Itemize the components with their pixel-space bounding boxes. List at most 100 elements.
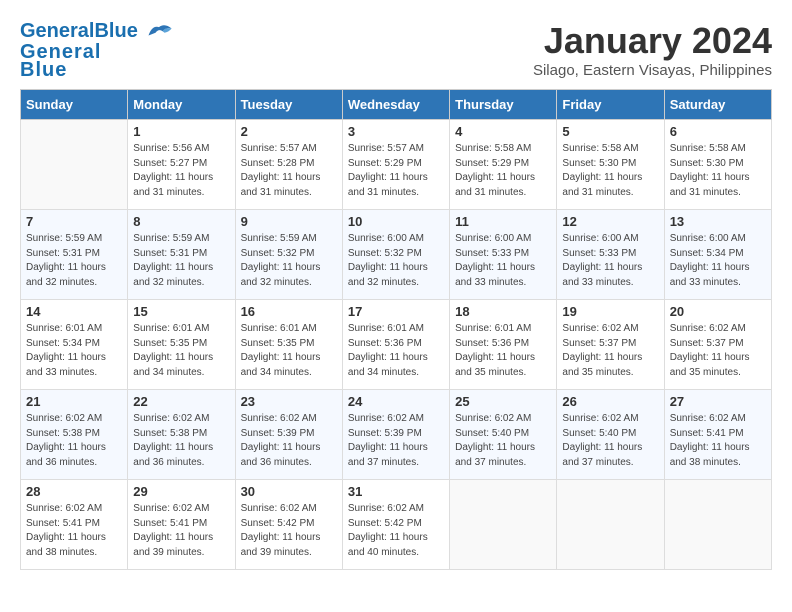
- calendar-cell: 1 Sunrise: 5:56 AM Sunset: 5:27 PM Daylig…: [128, 120, 235, 210]
- calendar-cell: 30Sunrise: 6:02 AM Sunset: 5:42 PM Dayli…: [235, 480, 342, 570]
- calendar-cell: 27 Sunrise: 6:02 AM Sunset: 5:41 PM Dayli…: [664, 390, 771, 480]
- day-info: Sunrise: 6:02 AM Sunset: 5:38 PM Dayligh…: [26, 412, 122, 470]
- day-number: 19: [562, 304, 658, 319]
- day-info: Sunrise: 6:02 AM Sunset: 5:38 PM Dayligh…: [133, 412, 229, 470]
- day-number: 12: [562, 214, 658, 229]
- day-info: Sunrise: 5:59 AM Sunset: 5:31 PM Dayligh…: [133, 232, 229, 290]
- day-number: 4: [455, 124, 551, 139]
- calendar-cell: 28 Sunrise: 6:02 AM Sunset: 5:41 PM Dayli…: [21, 480, 128, 570]
- logo-blue: Blue: [94, 20, 137, 42]
- calendar-cell: 16Sunrise: 6:01 AM Sunset: 5:35 PM Dayli…: [235, 300, 342, 390]
- calendar-cell: 22 Sunrise: 6:02 AM Sunset: 5:38 PM Dayli…: [128, 390, 235, 480]
- calendar-cell: [557, 480, 664, 570]
- col-sunday: Sunday: [21, 90, 128, 120]
- day-number: 26: [562, 394, 658, 409]
- col-friday: Friday: [557, 90, 664, 120]
- day-info: Sunrise: 6:01 AM Sunset: 5:35 PM Dayligh…: [241, 322, 337, 380]
- day-info: Sunrise: 5:57 AM Sunset: 5:28 PM Dayligh…: [241, 142, 337, 200]
- calendar-week-row: 1 Sunrise: 5:56 AM Sunset: 5:27 PM Daylig…: [21, 120, 772, 210]
- col-wednesday: Wednesday: [342, 90, 449, 120]
- calendar-cell: 25 Sunrise: 6:02 AM Sunset: 5:40 PM Dayli…: [450, 390, 557, 480]
- logo-bird-icon: [145, 21, 173, 43]
- day-number: 10: [348, 214, 444, 229]
- day-number: 20: [670, 304, 766, 319]
- day-info: Sunrise: 6:02 AM Sunset: 5:42 PM Dayligh…: [348, 502, 444, 560]
- calendar-cell: 11 Sunrise: 6:00 AM Sunset: 5:33 PM Dayli…: [450, 210, 557, 300]
- calendar-cell: 12 Sunrise: 6:00 AM Sunset: 5:33 PM Dayli…: [557, 210, 664, 300]
- day-number: 6: [670, 124, 766, 139]
- day-info: Sunrise: 6:01 AM Sunset: 5:35 PM Dayligh…: [133, 322, 229, 380]
- calendar-cell: 21 Sunrise: 6:02 AM Sunset: 5:38 PM Dayli…: [21, 390, 128, 480]
- calendar-cell: 26 Sunrise: 6:02 AM Sunset: 5:40 PM Dayli…: [557, 390, 664, 480]
- calendar-week-row: 21 Sunrise: 6:02 AM Sunset: 5:38 PM Dayli…: [21, 390, 772, 480]
- day-info: Sunrise: 6:02 AM Sunset: 5:41 PM Dayligh…: [133, 502, 229, 560]
- calendar-cell: 3 Sunrise: 5:57 AM Sunset: 5:29 PM Daylig…: [342, 120, 449, 210]
- day-info: Sunrise: 6:02 AM Sunset: 5:37 PM Dayligh…: [670, 322, 766, 380]
- day-info: Sunrise: 6:02 AM Sunset: 5:39 PM Dayligh…: [241, 412, 337, 470]
- day-info: Sunrise: 6:02 AM Sunset: 5:40 PM Dayligh…: [455, 412, 551, 470]
- day-number: 14: [26, 304, 122, 319]
- day-info: Sunrise: 5:58 AM Sunset: 5:29 PM Dayligh…: [455, 142, 551, 200]
- page-header: GeneralBlue GeneralBlue January 2024 Sil…: [20, 20, 772, 79]
- calendar-cell: 13 Sunrise: 6:00 AM Sunset: 5:34 PM Dayli…: [664, 210, 771, 300]
- title-section: January 2024 Silago, Eastern Visayas, Ph…: [533, 20, 772, 79]
- calendar-header-row: Sunday Monday Tuesday Wednesday Thursday…: [21, 90, 772, 120]
- calendar-cell: 15 Sunrise: 6:01 AM Sunset: 5:35 PM Dayli…: [128, 300, 235, 390]
- day-number: 1: [133, 124, 229, 139]
- calendar-cell: [450, 480, 557, 570]
- day-number: 11: [455, 214, 551, 229]
- day-number: 13: [670, 214, 766, 229]
- day-number: 9: [241, 214, 337, 229]
- day-info: Sunrise: 6:01 AM Sunset: 5:36 PM Dayligh…: [348, 322, 444, 380]
- day-number: 3: [348, 124, 444, 139]
- day-info: Sunrise: 6:02 AM Sunset: 5:41 PM Dayligh…: [26, 502, 122, 560]
- day-number: 15: [133, 304, 229, 319]
- calendar-cell: 8 Sunrise: 5:59 AM Sunset: 5:31 PM Daylig…: [128, 210, 235, 300]
- day-info: Sunrise: 5:59 AM Sunset: 5:32 PM Dayligh…: [241, 232, 337, 290]
- day-info: Sunrise: 6:00 AM Sunset: 5:34 PM Dayligh…: [670, 232, 766, 290]
- day-number: 8: [133, 214, 229, 229]
- day-info: Sunrise: 6:00 AM Sunset: 5:32 PM Dayligh…: [348, 232, 444, 290]
- day-info: Sunrise: 5:57 AM Sunset: 5:29 PM Dayligh…: [348, 142, 444, 200]
- day-number: 23: [241, 394, 337, 409]
- col-tuesday: Tuesday: [235, 90, 342, 120]
- col-thursday: Thursday: [450, 90, 557, 120]
- day-number: 25: [455, 394, 551, 409]
- day-number: 2: [241, 124, 337, 139]
- calendar-cell: 4 Sunrise: 5:58 AM Sunset: 5:29 PM Daylig…: [450, 120, 557, 210]
- day-info: Sunrise: 5:58 AM Sunset: 5:30 PM Dayligh…: [670, 142, 766, 200]
- day-number: 31: [348, 484, 444, 499]
- day-number: 22: [133, 394, 229, 409]
- day-info: Sunrise: 6:01 AM Sunset: 5:34 PM Dayligh…: [26, 322, 122, 380]
- calendar-cell: 20 Sunrise: 6:02 AM Sunset: 5:37 PM Dayli…: [664, 300, 771, 390]
- day-number: 28: [26, 484, 122, 499]
- logo-text: GeneralBlue: [20, 43, 173, 79]
- day-info: Sunrise: 6:02 AM Sunset: 5:40 PM Dayligh…: [562, 412, 658, 470]
- day-info: Sunrise: 6:02 AM Sunset: 5:39 PM Dayligh…: [348, 412, 444, 470]
- day-info: Sunrise: 6:02 AM Sunset: 5:42 PM Dayligh…: [241, 502, 337, 560]
- calendar-week-row: 14 Sunrise: 6:01 AM Sunset: 5:34 PM Dayli…: [21, 300, 772, 390]
- col-monday: Monday: [128, 90, 235, 120]
- calendar-week-row: 7Sunrise: 5:59 AM Sunset: 5:31 PM Daylig…: [21, 210, 772, 300]
- day-info: Sunrise: 6:01 AM Sunset: 5:36 PM Dayligh…: [455, 322, 551, 380]
- calendar-cell: 31 Sunrise: 6:02 AM Sunset: 5:42 PM Dayli…: [342, 480, 449, 570]
- day-number: 27: [670, 394, 766, 409]
- month-title: January 2024: [533, 20, 772, 62]
- calendar-cell: 17 Sunrise: 6:01 AM Sunset: 5:36 PM Dayli…: [342, 300, 449, 390]
- day-info: Sunrise: 6:00 AM Sunset: 5:33 PM Dayligh…: [562, 232, 658, 290]
- day-info: Sunrise: 5:56 AM Sunset: 5:27 PM Dayligh…: [133, 142, 229, 200]
- calendar-cell: 2 Sunrise: 5:57 AM Sunset: 5:28 PM Daylig…: [235, 120, 342, 210]
- day-number: 18: [455, 304, 551, 319]
- day-number: 5: [562, 124, 658, 139]
- location-subtitle: Silago, Eastern Visayas, Philippines: [533, 62, 772, 79]
- calendar-cell: [664, 480, 771, 570]
- calendar-cell: 7Sunrise: 5:59 AM Sunset: 5:31 PM Daylig…: [21, 210, 128, 300]
- day-number: 17: [348, 304, 444, 319]
- calendar-cell: 10 Sunrise: 6:00 AM Sunset: 5:32 PM Dayli…: [342, 210, 449, 300]
- day-info: Sunrise: 6:00 AM Sunset: 5:33 PM Dayligh…: [455, 232, 551, 290]
- day-number: 29: [133, 484, 229, 499]
- calendar-cell: 19Sunrise: 6:02 AM Sunset: 5:37 PM Dayli…: [557, 300, 664, 390]
- day-info: Sunrise: 6:02 AM Sunset: 5:41 PM Dayligh…: [670, 412, 766, 470]
- day-number: 21: [26, 394, 122, 409]
- calendar-cell: 29 Sunrise: 6:02 AM Sunset: 5:41 PM Dayli…: [128, 480, 235, 570]
